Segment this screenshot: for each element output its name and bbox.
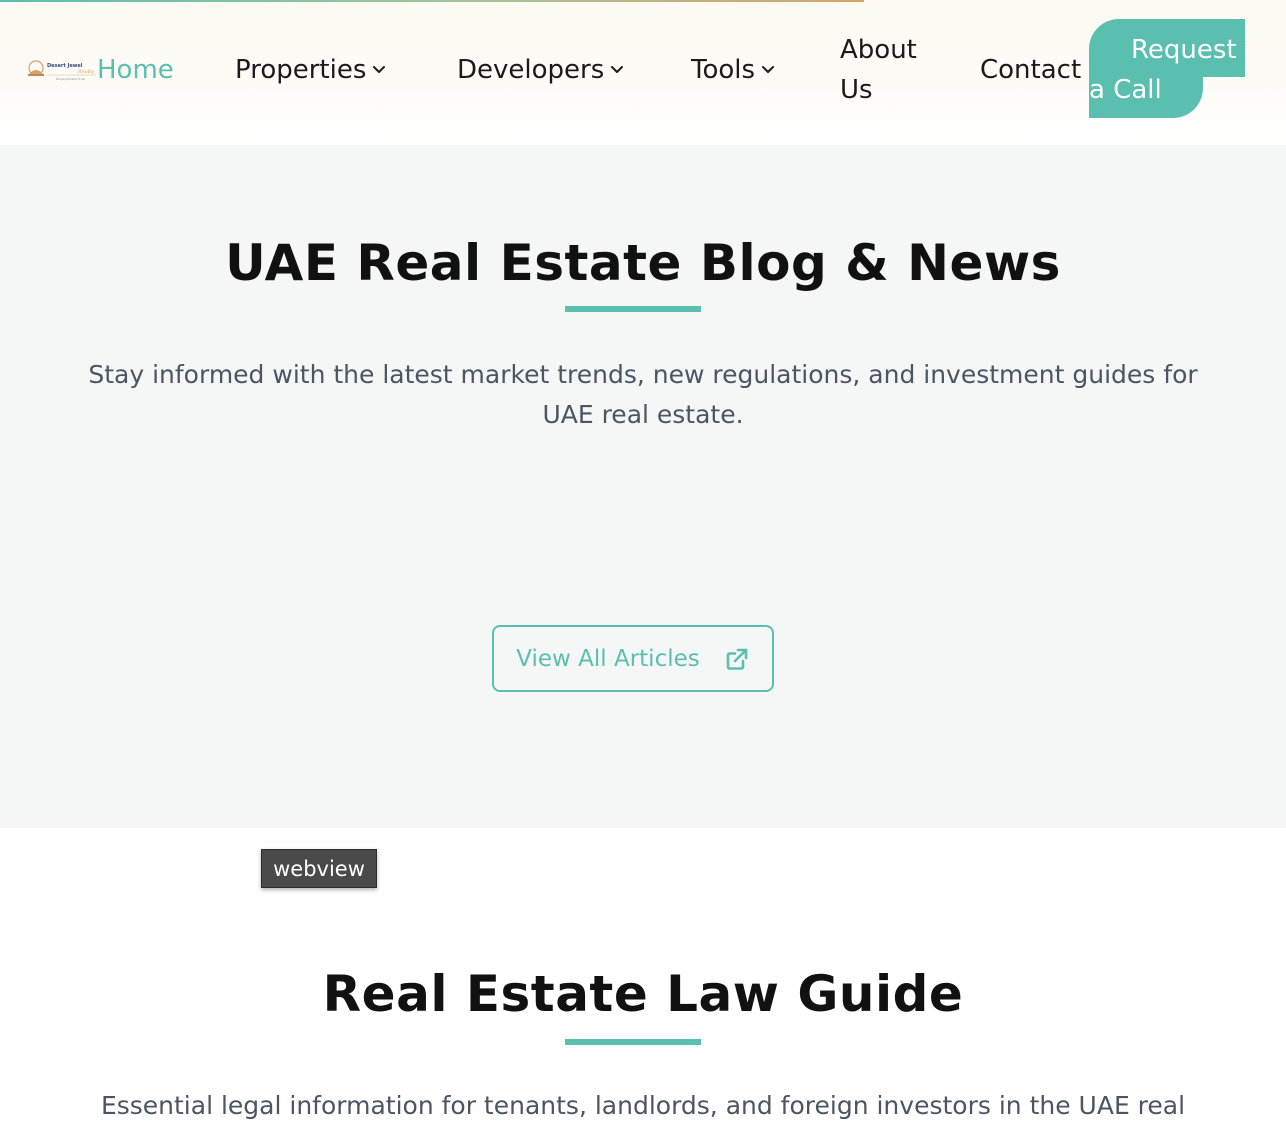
request-call-label-line2: a Call bbox=[1089, 75, 1162, 105]
law-section-description: Essential legal information for tenants,… bbox=[100, 1091, 1186, 1120]
nav-contact[interactable]: Contact bbox=[980, 50, 1081, 90]
svg-text:Bringing Dreams To life: Bringing Dreams To life bbox=[56, 77, 85, 81]
nav-tools-label: Tools bbox=[691, 55, 756, 85]
nav-developers-label: Developers bbox=[457, 55, 605, 85]
external-link-icon bbox=[726, 648, 748, 670]
view-all-articles-button[interactable]: View All Articles bbox=[492, 625, 774, 692]
top-accent-bar bbox=[0, 0, 864, 2]
blog-section-title: UAE Real Estate Blog & News bbox=[225, 234, 1061, 292]
request-call-button[interactable]: Request a Call bbox=[1089, 19, 1245, 119]
nav-developers[interactable]: Developers bbox=[457, 50, 624, 90]
request-call-label-line1: Request bbox=[1131, 35, 1237, 65]
site-header: Desert Jewel Realty Bringing Dreams To l… bbox=[0, 0, 1286, 145]
nav-about-line2: Us bbox=[840, 75, 873, 105]
nav-about-us[interactable]: About Us bbox=[840, 30, 950, 110]
nav-about-line1: About bbox=[840, 35, 917, 65]
chevron-down-icon bbox=[611, 66, 624, 73]
nav-properties[interactable]: Properties bbox=[235, 50, 386, 90]
law-section-title: Real Estate Law Guide bbox=[322, 965, 964, 1023]
chevron-down-icon bbox=[762, 66, 775, 73]
blog-section-description: Stay informed with the latest market tre… bbox=[88, 360, 1198, 429]
view-all-articles-label: View All Articles bbox=[516, 645, 700, 672]
blog-news-section: UAE Real Estate Blog & News Stay informe… bbox=[0, 145, 1286, 828]
nav-home[interactable]: Home bbox=[97, 50, 174, 90]
law-title-underline bbox=[565, 1039, 701, 1045]
nav-tools[interactable]: Tools bbox=[691, 50, 775, 90]
svg-text:Realty: Realty bbox=[77, 69, 94, 75]
nav-properties-label: Properties bbox=[235, 55, 367, 85]
blog-title-underline bbox=[565, 306, 701, 312]
chevron-down-icon bbox=[373, 66, 386, 73]
webview-tooltip: webview bbox=[261, 849, 377, 888]
company-logo[interactable]: Desert Jewel Realty Bringing Dreams To l… bbox=[26, 58, 98, 82]
